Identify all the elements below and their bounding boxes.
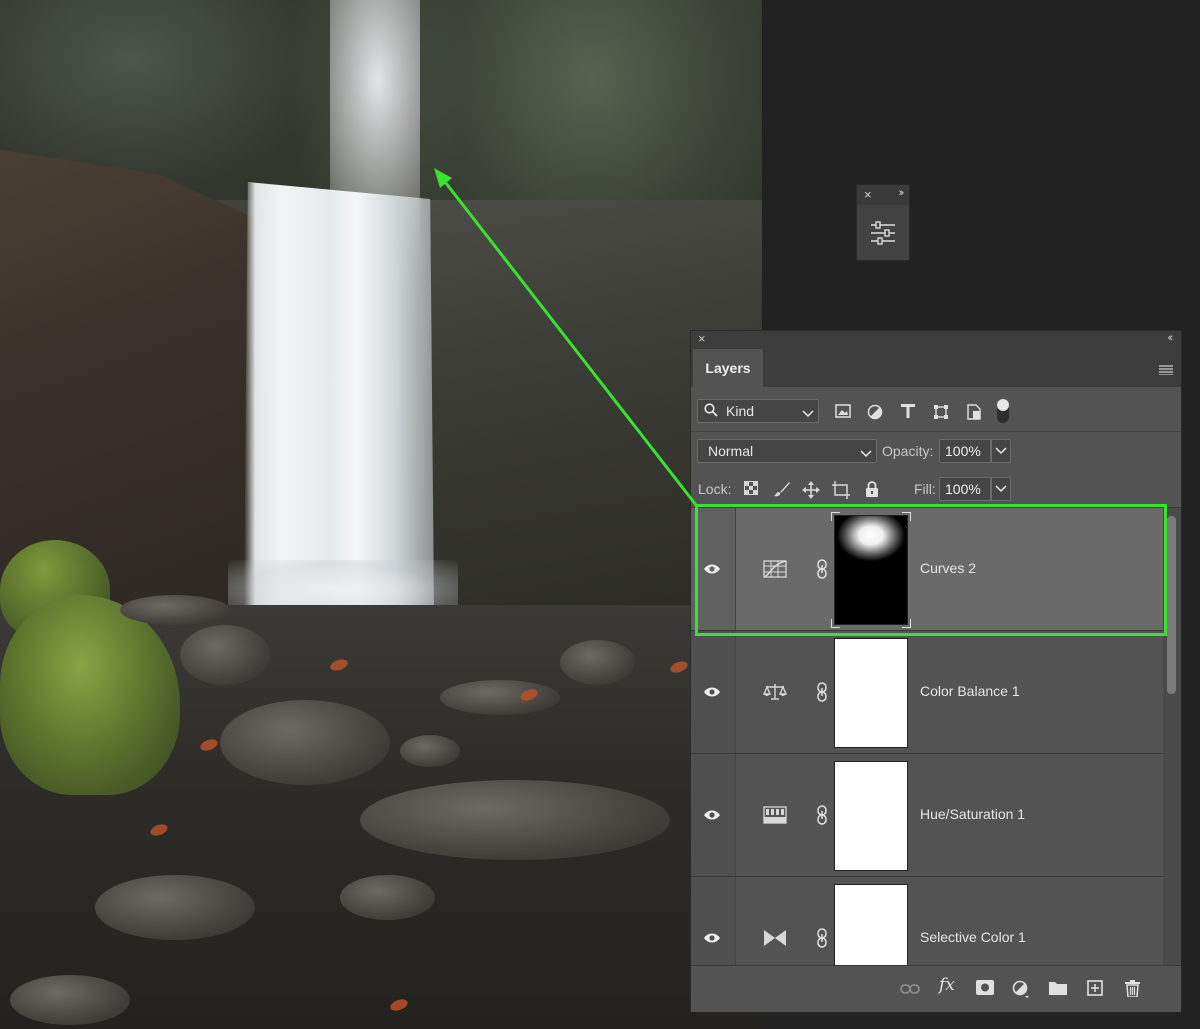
filter-kind-label: Kind (726, 403, 755, 419)
opacity-value: 100% (945, 443, 981, 459)
search-icon (704, 403, 718, 420)
lock-image-pixels-icon[interactable] (774, 481, 790, 500)
rock (340, 875, 435, 920)
hue-saturation-icon[interactable] (763, 806, 787, 827)
layer-name: Color Balance 1 (920, 683, 1020, 699)
blend-mode-select[interactable]: Normal (697, 439, 877, 463)
blend-row: Normal Opacity: 100% (691, 431, 1181, 469)
fill-input[interactable]: 100% (939, 477, 991, 501)
add-mask-icon[interactable] (976, 980, 994, 998)
filter-row: Kind (691, 387, 1181, 432)
delete-layer-icon[interactable] (1125, 980, 1140, 1000)
rock (440, 680, 560, 715)
smart-object-filter-icon[interactable] (967, 404, 981, 423)
color-balance-icon[interactable] (762, 683, 788, 704)
rock (180, 625, 270, 685)
visibility-eye-icon[interactable] (703, 685, 721, 701)
opacity-label: Opacity: (882, 443, 934, 459)
layer-row-selective-color-1[interactable]: Selective Color 1 (691, 877, 1163, 965)
layer-mask-thumbnail[interactable] (834, 884, 908, 965)
layer-name: Hue/Saturation 1 (920, 806, 1026, 822)
chain-link-icon[interactable] (817, 682, 827, 705)
photo-canvas (0, 0, 762, 1029)
chevron-down-icon (860, 445, 872, 461)
layers-bottom-bar: fx (691, 965, 1181, 1012)
chain-link-icon[interactable] (817, 928, 827, 951)
layer-mask-thumbnail[interactable] (834, 638, 908, 748)
collapse-icon[interactable]: ‹‹ (1168, 332, 1174, 344)
mini-panel-titlebar: × ›› (857, 185, 909, 205)
rock (10, 975, 130, 1025)
lock-all-icon[interactable] (865, 481, 879, 500)
visibility-eye-icon[interactable] (703, 808, 721, 824)
adjustments-sliders-icon[interactable] (870, 221, 896, 250)
layer-mask-thumbnail[interactable] (834, 761, 908, 871)
opacity-dropdown[interactable] (991, 439, 1011, 463)
filter-toggle[interactable] (997, 399, 1009, 423)
panel-menu-icon[interactable] (1159, 362, 1173, 378)
fx-icon[interactable]: fx (939, 975, 955, 995)
lock-row: Lock: Fill: 100% (691, 469, 1181, 508)
shape-filter-icon[interactable] (933, 404, 949, 423)
panel-tab-row: Layers (691, 349, 1181, 387)
lock-transparent-pixels-icon[interactable] (744, 481, 758, 498)
layers-panel: × ‹‹ Layers Kind Normal Opacity: 100% Lo… (690, 330, 1182, 1012)
waterfall-mist (228, 560, 458, 610)
opacity-input[interactable]: 100% (939, 439, 991, 463)
adjustments-mini-panel: × ›› (856, 184, 910, 261)
expand-icon[interactable]: ›› (899, 187, 905, 199)
rock (120, 595, 230, 625)
image-filter-icon[interactable] (835, 404, 851, 421)
close-icon[interactable]: × (698, 331, 706, 346)
fill-dropdown[interactable] (991, 477, 1011, 501)
layer-row-hue-saturation-1[interactable]: Hue/Saturation 1 (691, 754, 1163, 877)
lock-position-icon[interactable] (802, 481, 820, 502)
selective-color-icon[interactable] (763, 929, 787, 950)
rock (360, 780, 670, 860)
lock-label: Lock: (698, 481, 732, 497)
panel-titlebar[interactable]: × ‹‹ (691, 331, 1181, 349)
scrollbar-thumb[interactable] (1167, 516, 1176, 694)
visibility-eye-icon[interactable] (703, 931, 721, 947)
new-group-icon[interactable] (1049, 980, 1067, 998)
chain-link-icon[interactable] (817, 805, 827, 828)
blend-mode-value: Normal (708, 443, 754, 459)
fill-value: 100% (945, 481, 981, 497)
selected-layer-highlight (695, 504, 1167, 636)
type-filter-icon[interactable] (901, 404, 915, 421)
layer-row-color-balance-1[interactable]: Color Balance 1 (691, 631, 1163, 754)
rock (220, 700, 390, 785)
new-layer-icon[interactable] (1087, 980, 1103, 999)
lock-artboard-icon[interactable] (832, 481, 850, 502)
filter-kind-select[interactable]: Kind (697, 399, 819, 423)
rock (95, 875, 255, 940)
tab-layers[interactable]: Layers (693, 349, 763, 387)
waterfall (244, 182, 434, 607)
rock (560, 640, 635, 685)
close-icon[interactable]: × (864, 187, 872, 202)
rock (400, 735, 460, 767)
chevron-down-icon (802, 405, 814, 421)
new-adjustment-icon[interactable] (1012, 980, 1030, 1001)
layer-name: Selective Color 1 (920, 929, 1026, 945)
adjustment-filter-icon[interactable] (867, 404, 883, 423)
fill-label: Fill: (914, 481, 936, 497)
link-layers-icon[interactable] (900, 982, 920, 998)
